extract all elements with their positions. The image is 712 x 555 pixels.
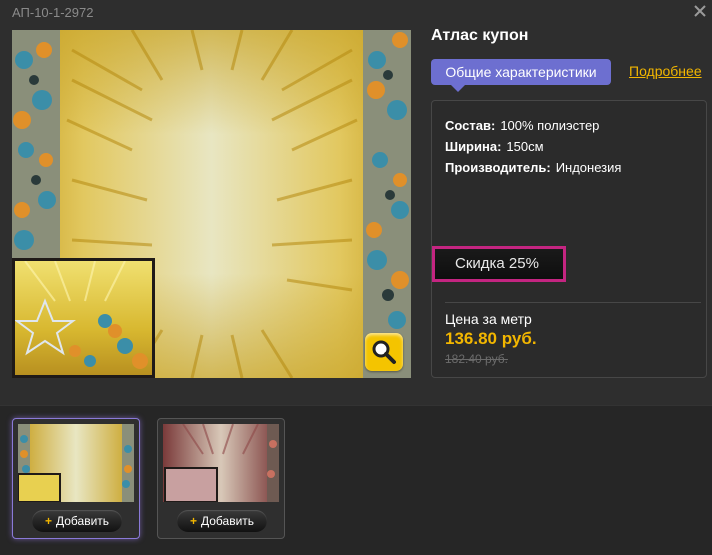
product-main-image[interactable] [12,30,411,378]
price-per-meter-label: Цена за метр [445,311,532,327]
tab-more-details[interactable]: Подробнее [629,63,702,79]
thumbnail-card[interactable]: + Добавить [157,418,285,539]
old-price: 182.40 руб. [445,352,508,366]
tab-general-characteristics[interactable]: Общие характеристики [431,59,611,92]
product-sku: АП-10-1-2972 [12,5,94,20]
thumbnail-card[interactable]: + Добавить [12,418,140,539]
plus-icon: + [44,514,52,528]
thumbnail-image[interactable] [163,424,279,502]
fabric-inset-preview [12,258,155,378]
plus-icon: + [189,514,197,528]
thumbnail-image[interactable] [18,424,134,502]
magnifier-icon [372,340,396,364]
current-price: 136.80 руб. [445,329,537,348]
spec-composition: Состав: 100% полиэстер [445,118,600,133]
product-title: Атлас купон [431,27,529,44]
spec-manufacturer: Производитель: Индонезия [445,160,622,175]
price-divider [445,302,701,303]
close-icon[interactable] [692,3,708,19]
add-button[interactable]: + Добавить [177,510,267,532]
zoom-button[interactable] [365,333,403,371]
spec-width: Ширина: 150см [445,139,544,154]
discount-badge: Скидка 25% [432,246,566,282]
add-button[interactable]: + Добавить [32,510,122,532]
